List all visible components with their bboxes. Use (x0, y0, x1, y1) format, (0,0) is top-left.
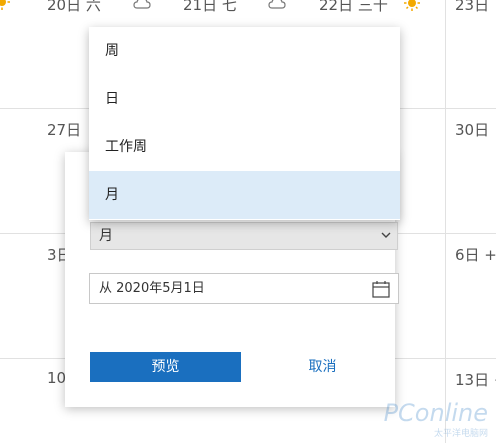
calendar-icon[interactable] (372, 280, 390, 298)
day-label[interactable]: 27日 (47, 119, 81, 140)
chevron-down-icon (381, 232, 391, 238)
sun-icon (404, 0, 420, 11)
day-label[interactable]: 23日 (455, 0, 489, 15)
day-label[interactable]: 30日 (455, 119, 489, 140)
day-label[interactable]: 22日 三十 (319, 0, 388, 15)
view-select[interactable]: 月 (90, 222, 398, 250)
menu-item-week[interactable]: 周 (89, 27, 400, 75)
day-label[interactable]: 21日 七 (183, 0, 237, 15)
view-dropdown-menu: 周 日 工作周 月 (89, 27, 400, 220)
cloud-icon (133, 0, 151, 9)
start-date-field[interactable]: 从 2020年5月1日 (89, 273, 399, 304)
start-date-value: 从 2020年5月1日 (99, 281, 205, 296)
day-label[interactable]: 20日 六 (47, 0, 101, 15)
cancel-button[interactable]: 取消 (275, 352, 370, 382)
watermark-subtext: 太平洋电脑网 (433, 429, 488, 439)
cloud-icon (268, 0, 286, 9)
menu-item-day[interactable]: 日 (89, 75, 400, 123)
day-label[interactable]: 6日 + (455, 244, 496, 265)
menu-item-work-week[interactable]: 工作周 (89, 123, 400, 171)
preview-button[interactable]: 预览 (90, 352, 241, 382)
day-label[interactable]: 10 (47, 369, 66, 387)
day-label[interactable]: 13日 + (455, 369, 496, 390)
watermark-logo: PConline (383, 399, 488, 427)
menu-item-month[interactable]: 月 (89, 171, 400, 219)
view-select-value: 月 (99, 228, 113, 244)
grid-line (445, 0, 446, 443)
sun-icon (0, 0, 10, 10)
